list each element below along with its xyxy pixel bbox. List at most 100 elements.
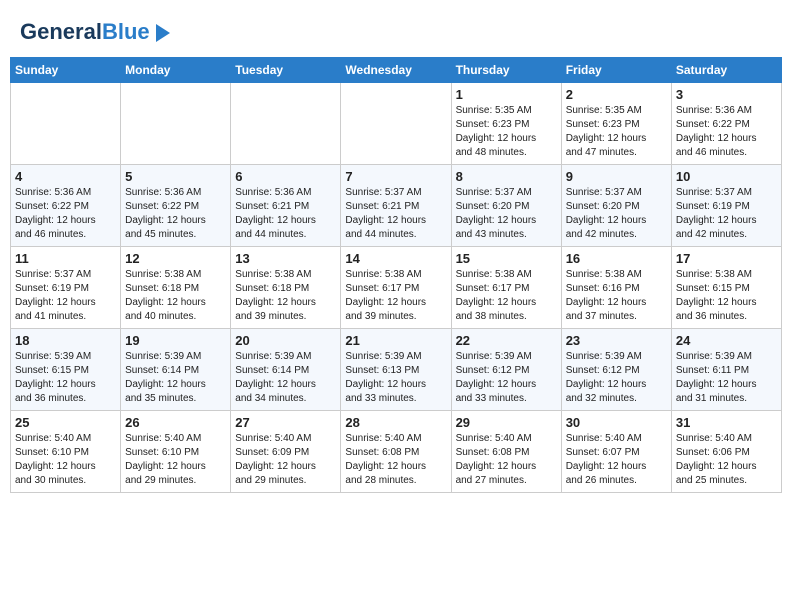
calendar-cell: 25 Sunrise: 5:40 AM Sunset: 6:10 PM Dayli… [11,411,121,493]
calendar-week-row: 25 Sunrise: 5:40 AM Sunset: 6:10 PM Dayli… [11,411,782,493]
day-info: Sunrise: 5:38 AM Sunset: 6:18 PM Dayligh… [125,268,226,324]
calendar-cell: 22 Sunrise: 5:39 AM Sunset: 6:12 PM Dayli… [451,329,561,411]
day-number: 13 [235,251,336,266]
day-info: Sunrise: 5:39 AM Sunset: 6:12 PM Dayligh… [456,350,557,406]
day-info: Sunrise: 5:36 AM Sunset: 6:22 PM Dayligh… [125,186,226,242]
calendar-cell: 8 Sunrise: 5:37 AM Sunset: 6:20 PM Daylig… [451,165,561,247]
day-info: Sunrise: 5:38 AM Sunset: 6:18 PM Dayligh… [235,268,336,324]
calendar-cell: 31 Sunrise: 5:40 AM Sunset: 6:06 PM Dayli… [671,411,781,493]
calendar-week-row: 1Sunrise: 5:35 AM Sunset: 6:23 PM Daylig… [11,83,782,165]
day-number: 5 [125,169,226,184]
calendar-cell: 1Sunrise: 5:35 AM Sunset: 6:23 PM Daylig… [451,83,561,165]
day-number: 16 [566,251,667,266]
day-number: 19 [125,333,226,348]
calendar-cell: 10 Sunrise: 5:37 AM Sunset: 6:19 PM Dayli… [671,165,781,247]
calendar-cell: 13 Sunrise: 5:38 AM Sunset: 6:18 PM Dayli… [231,247,341,329]
day-info: Sunrise: 5:38 AM Sunset: 6:17 PM Dayligh… [345,268,446,324]
day-info: Sunrise: 5:40 AM Sunset: 6:09 PM Dayligh… [235,432,336,488]
day-number: 18 [15,333,116,348]
calendar-cell [341,83,451,165]
calendar-cell: 7 Sunrise: 5:37 AM Sunset: 6:21 PM Daylig… [341,165,451,247]
day-info: Sunrise: 5:36 AM Sunset: 6:21 PM Dayligh… [235,186,336,242]
day-info: Sunrise: 5:39 AM Sunset: 6:14 PM Dayligh… [235,350,336,406]
calendar-cell: 23 Sunrise: 5:39 AM Sunset: 6:12 PM Dayli… [561,329,671,411]
day-number: 4 [15,169,116,184]
calendar-cell: 30 Sunrise: 5:40 AM Sunset: 6:07 PM Dayli… [561,411,671,493]
day-info: Sunrise: 5:39 AM Sunset: 6:11 PM Dayligh… [676,350,777,406]
logo-arrow-icon [156,24,170,42]
day-number: 3 [676,87,777,102]
logo-text: GeneralBlue [20,20,150,44]
day-number: 30 [566,415,667,430]
day-info: Sunrise: 5:36 AM Sunset: 6:22 PM Dayligh… [15,186,116,242]
calendar-cell: 16 Sunrise: 5:38 AM Sunset: 6:16 PM Dayli… [561,247,671,329]
day-number: 25 [15,415,116,430]
day-number: 10 [676,169,777,184]
day-info: Sunrise: 5:40 AM Sunset: 6:06 PM Dayligh… [676,432,777,488]
calendar-cell: 19 Sunrise: 5:39 AM Sunset: 6:14 PM Dayli… [121,329,231,411]
day-number: 21 [345,333,446,348]
day-number: 31 [676,415,777,430]
calendar-cell: 2 Sunrise: 5:35 AM Sunset: 6:23 PM Daylig… [561,83,671,165]
logo: GeneralBlue [20,20,170,44]
day-of-week-header: Sunday [11,58,121,83]
day-number: 27 [235,415,336,430]
day-info: Sunrise: 5:40 AM Sunset: 6:07 PM Dayligh… [566,432,667,488]
calendar-cell: 24 Sunrise: 5:39 AM Sunset: 6:11 PM Dayli… [671,329,781,411]
calendar-cell: 11 Sunrise: 5:37 AM Sunset: 6:19 PM Dayli… [11,247,121,329]
day-number: 22 [456,333,557,348]
calendar-table: SundayMondayTuesdayWednesdayThursdayFrid… [10,57,782,493]
calendar-cell [11,83,121,165]
calendar-cell: 3Sunrise: 5:36 AM Sunset: 6:22 PM Daylig… [671,83,781,165]
calendar-header-row: SundayMondayTuesdayWednesdayThursdayFrid… [11,58,782,83]
day-info: Sunrise: 5:37 AM Sunset: 6:20 PM Dayligh… [456,186,557,242]
day-info: Sunrise: 5:35 AM Sunset: 6:23 PM Dayligh… [456,104,557,160]
calendar-cell: 9 Sunrise: 5:37 AM Sunset: 6:20 PM Daylig… [561,165,671,247]
day-number: 9 [566,169,667,184]
calendar-cell: 15Sunrise: 5:38 AM Sunset: 6:17 PM Dayli… [451,247,561,329]
day-of-week-header: Tuesday [231,58,341,83]
day-number: 23 [566,333,667,348]
day-number: 7 [345,169,446,184]
day-number: 24 [676,333,777,348]
page-header: GeneralBlue [10,10,782,49]
day-number: 26 [125,415,226,430]
day-of-week-header: Wednesday [341,58,451,83]
day-number: 15 [456,251,557,266]
calendar-cell: 14Sunrise: 5:38 AM Sunset: 6:17 PM Dayli… [341,247,451,329]
day-info: Sunrise: 5:40 AM Sunset: 6:08 PM Dayligh… [456,432,557,488]
day-info: Sunrise: 5:38 AM Sunset: 6:15 PM Dayligh… [676,268,777,324]
day-of-week-header: Friday [561,58,671,83]
day-info: Sunrise: 5:37 AM Sunset: 6:21 PM Dayligh… [345,186,446,242]
day-info: Sunrise: 5:38 AM Sunset: 6:16 PM Dayligh… [566,268,667,324]
day-number: 11 [15,251,116,266]
day-info: Sunrise: 5:39 AM Sunset: 6:13 PM Dayligh… [345,350,446,406]
day-info: Sunrise: 5:39 AM Sunset: 6:14 PM Dayligh… [125,350,226,406]
day-info: Sunrise: 5:35 AM Sunset: 6:23 PM Dayligh… [566,104,667,160]
calendar-cell: 6 Sunrise: 5:36 AM Sunset: 6:21 PM Daylig… [231,165,341,247]
calendar-cell: 17Sunrise: 5:38 AM Sunset: 6:15 PM Dayli… [671,247,781,329]
day-info: Sunrise: 5:40 AM Sunset: 6:10 PM Dayligh… [15,432,116,488]
day-number: 2 [566,87,667,102]
day-info: Sunrise: 5:37 AM Sunset: 6:19 PM Dayligh… [15,268,116,324]
day-number: 8 [456,169,557,184]
day-info: Sunrise: 5:37 AM Sunset: 6:20 PM Dayligh… [566,186,667,242]
day-number: 6 [235,169,336,184]
day-number: 29 [456,415,557,430]
calendar-cell: 5 Sunrise: 5:36 AM Sunset: 6:22 PM Daylig… [121,165,231,247]
day-info: Sunrise: 5:39 AM Sunset: 6:12 PM Dayligh… [566,350,667,406]
calendar-cell [231,83,341,165]
calendar-cell: 20Sunrise: 5:39 AM Sunset: 6:14 PM Dayli… [231,329,341,411]
calendar-cell: 27 Sunrise: 5:40 AM Sunset: 6:09 PM Dayli… [231,411,341,493]
day-info: Sunrise: 5:40 AM Sunset: 6:08 PM Dayligh… [345,432,446,488]
day-of-week-header: Saturday [671,58,781,83]
calendar-cell [121,83,231,165]
day-of-week-header: Monday [121,58,231,83]
day-info: Sunrise: 5:40 AM Sunset: 6:10 PM Dayligh… [125,432,226,488]
day-info: Sunrise: 5:37 AM Sunset: 6:19 PM Dayligh… [676,186,777,242]
day-number: 28 [345,415,446,430]
calendar-cell: 26 Sunrise: 5:40 AM Sunset: 6:10 PM Dayli… [121,411,231,493]
calendar-cell: 4 Sunrise: 5:36 AM Sunset: 6:22 PM Daylig… [11,165,121,247]
calendar-cell: 18Sunrise: 5:39 AM Sunset: 6:15 PM Dayli… [11,329,121,411]
calendar-cell: 29 Sunrise: 5:40 AM Sunset: 6:08 PM Dayli… [451,411,561,493]
